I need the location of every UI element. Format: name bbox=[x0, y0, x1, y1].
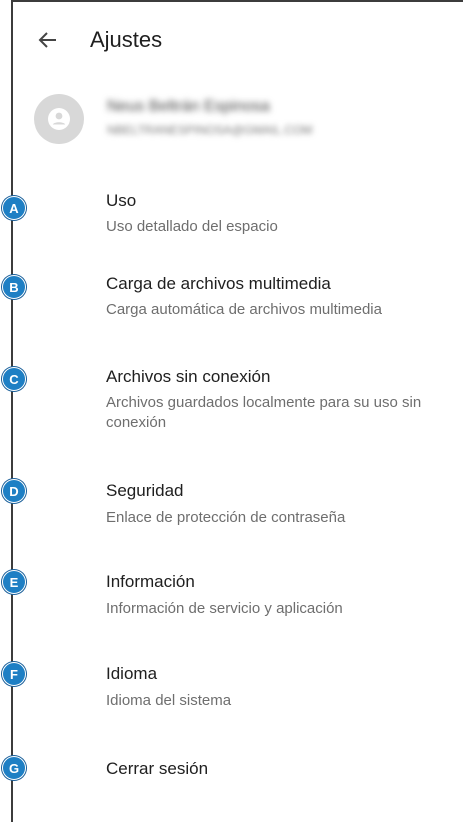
settings-item-informacion[interactable]: E Información Información de servicio y … bbox=[0, 570, 463, 626]
item-title: Idioma bbox=[106, 664, 158, 683]
item-subtitle: Enlace de protección de contraseña bbox=[106, 509, 346, 526]
item-title: Seguridad bbox=[106, 481, 184, 500]
item-subtitle: Idioma del sistema bbox=[106, 692, 232, 709]
item-title: Archivos sin conexión bbox=[106, 367, 271, 386]
item-title: Carga de archivos multimedia bbox=[106, 274, 331, 293]
app-header: Ajustes bbox=[0, 0, 463, 80]
settings-item-carga-multimedia[interactable]: B Carga de archivos multimedia Carga aut… bbox=[0, 272, 463, 328]
account-name: Neus Beltrán Espinosa bbox=[107, 98, 270, 115]
avatar bbox=[34, 94, 84, 144]
settings-item-idioma[interactable]: F Idioma Idioma del sistema bbox=[0, 662, 463, 718]
settings-item-seguridad[interactable]: D Seguridad Enlace de protección de cont… bbox=[0, 479, 463, 535]
settings-item-archivos-sin-conexion[interactable]: C Archivos sin conexión Archivos guardad… bbox=[0, 365, 463, 441]
callout-badge-d: D bbox=[2, 479, 26, 503]
user-avatar-icon bbox=[48, 108, 70, 130]
settings-item-cerrar-sesion[interactable]: G Cerrar sesión bbox=[0, 756, 463, 788]
item-subtitle: Uso detallado del espacio bbox=[106, 218, 278, 235]
item-subtitle: Carga automática de archivos multimedia bbox=[106, 301, 382, 318]
callout-badge-a: A bbox=[2, 196, 26, 220]
item-title: Cerrar sesión bbox=[106, 759, 209, 778]
callout-badge-f: F bbox=[2, 662, 26, 686]
item-subtitle: Información de servicio y aplicación bbox=[106, 600, 343, 617]
account-header[interactable]: Neus Beltrán Espinosa NBELTRANESPINOSA@G… bbox=[0, 90, 463, 150]
callout-badge-e: E bbox=[2, 570, 26, 594]
callout-badge-b: B bbox=[2, 275, 26, 299]
callout-badge-c: C bbox=[2, 367, 26, 391]
item-title: Información bbox=[106, 572, 195, 591]
item-title: Uso bbox=[106, 191, 137, 210]
back-button[interactable] bbox=[36, 28, 60, 52]
page-title: Ajustes bbox=[90, 27, 163, 52]
callout-badge-g: G bbox=[2, 756, 26, 780]
item-subtitle: Archivos guardados localmente para su us… bbox=[106, 394, 422, 431]
settings-item-uso[interactable]: A Uso Uso detallado del espacio bbox=[0, 188, 463, 244]
arrow-left-icon bbox=[38, 32, 56, 48]
account-email: NBELTRANESPINOSA@GMAIL.COM bbox=[107, 123, 313, 137]
